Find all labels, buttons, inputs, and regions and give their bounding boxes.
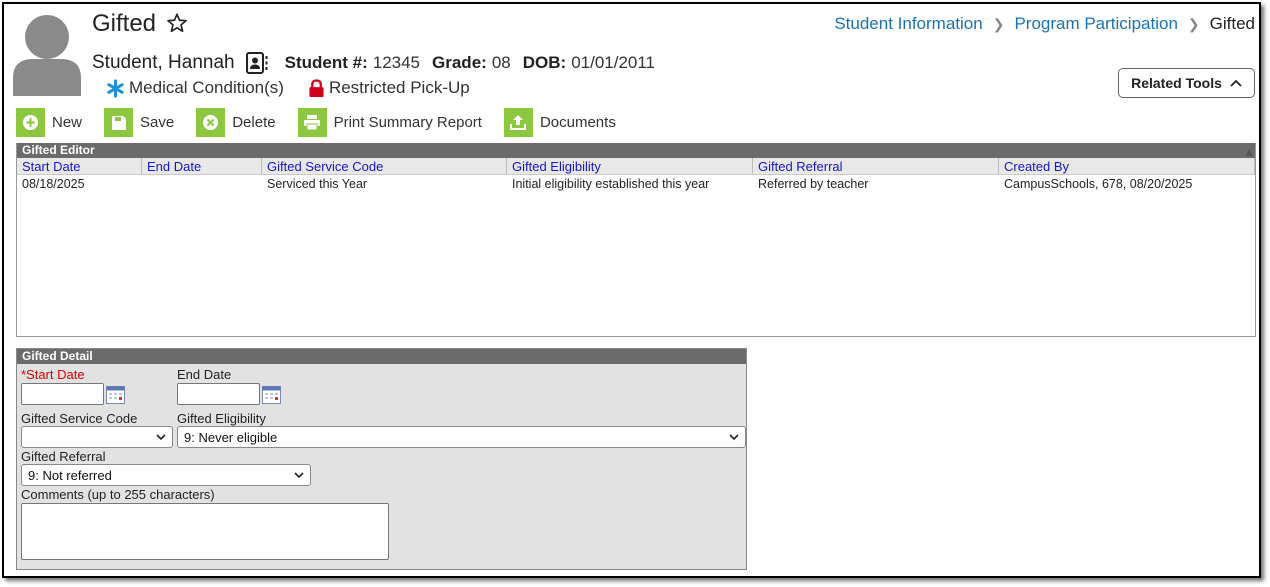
gifted-editor-header: Gifted Editor: [17, 143, 1255, 158]
app-window: Gifted Student Information ❯ Program Par…: [2, 2, 1261, 578]
scroll-up-arrow-icon[interactable]: ▲: [1243, 145, 1255, 159]
contact-card-icon[interactable]: [245, 51, 269, 75]
gifted-eligibility-select[interactable]: 9: Never eligible: [177, 426, 746, 448]
breadcrumb-program-participation[interactable]: Program Participation: [1014, 14, 1177, 34]
dob-label: DOB:: [522, 53, 567, 72]
column-gifted-eligibility[interactable]: Gifted Eligibility: [507, 158, 753, 174]
start-date-label: *Start Date: [21, 367, 85, 382]
column-gifted-referral[interactable]: Gifted Referral: [753, 158, 999, 174]
calendar-icon[interactable]: [106, 386, 125, 404]
chevron-down-icon: [729, 433, 739, 440]
editor-column-headers: Start Date End Date Gifted Service Code …: [17, 158, 1255, 175]
delete-button[interactable]: Delete: [196, 108, 276, 137]
student-flags: Medical Condition(s) Restricted Pick-Up: [106, 78, 494, 98]
gifted-detail-header: Gifted Detail: [17, 349, 746, 364]
gifted-referral-value: 9: Not referred: [28, 467, 112, 483]
related-tools-button[interactable]: Related Tools: [1118, 68, 1255, 98]
gifted-detail-panel: Gifted Detail *Start Date End Date Gifte…: [16, 348, 747, 570]
student-avatar: [13, 15, 81, 96]
breadcrumb-student-information[interactable]: Student Information: [834, 14, 982, 34]
comments-label: Comments (up to 255 characters): [21, 487, 215, 502]
page-title: Gifted: [92, 10, 157, 37]
documents-label: Documents: [539, 114, 616, 131]
favorite-star-icon[interactable]: [166, 12, 188, 34]
grade-label: Grade:: [432, 53, 487, 72]
medical-condition-label: Medical Condition(s): [129, 78, 284, 97]
cell-end-date: [142, 175, 262, 193]
gifted-service-code-label: Gifted Service Code: [21, 411, 138, 426]
student-name: Student, Hannah: [92, 52, 235, 73]
end-date-label: End Date: [177, 367, 232, 382]
column-start-date[interactable]: Start Date: [17, 158, 142, 174]
chevron-down-icon: [156, 433, 166, 440]
cell-start-date: 08/18/2025: [22, 177, 85, 191]
table-row[interactable]: 08/18/2025 Serviced this Year Initial el…: [17, 175, 1255, 193]
gifted-referral-select[interactable]: 9: Not referred: [21, 464, 311, 486]
delete-label: Delete: [232, 114, 276, 131]
column-end-date[interactable]: End Date: [142, 158, 262, 174]
cell-service-code: Serviced this Year: [267, 177, 368, 191]
student-info-line: Student, Hannah Student #: 12345 Grade: …: [92, 51, 667, 75]
related-tools-label: Related Tools: [1131, 75, 1222, 91]
delete-circle-icon: [196, 108, 226, 137]
column-created-by[interactable]: Created By: [999, 158, 1255, 174]
chevron-down-icon: [294, 471, 304, 478]
cell-referral: Referred by teacher: [758, 177, 869, 191]
chevron-right-icon: ❯: [1187, 15, 1200, 32]
chevron-right-icon: ❯: [992, 15, 1005, 32]
end-date-input[interactable]: [177, 383, 260, 405]
calendar-icon[interactable]: [262, 386, 281, 404]
printer-icon: [297, 108, 327, 137]
column-gifted-service-code[interactable]: Gifted Service Code: [262, 158, 507, 174]
gifted-referral-label: Gifted Referral: [21, 449, 106, 464]
gifted-eligibility-value: 9: Never eligible: [184, 429, 278, 445]
breadcrumb-current: Gifted: [1209, 14, 1255, 33]
documents-button[interactable]: Documents: [503, 108, 616, 137]
cell-created-by: CampusSchools, 678, 08/20/2025: [1004, 177, 1193, 191]
gifted-eligibility-label: Gifted Eligibility: [177, 411, 266, 426]
save-disk-icon: [104, 108, 134, 137]
dob-value: 01/01/2011: [571, 53, 656, 72]
action-toolbar: New Save Delete Print Summary Report Doc…: [16, 108, 638, 137]
add-circle-icon: [16, 108, 45, 137]
print-summary-report-button[interactable]: Print Summary Report: [297, 108, 482, 137]
restricted-pickup-label: Restricted Pick-Up: [328, 78, 470, 97]
chevron-up-icon: [1230, 79, 1242, 87]
breadcrumb: Student Information ❯ Program Participat…: [834, 14, 1255, 34]
start-date-input[interactable]: [21, 383, 104, 405]
save-button[interactable]: Save: [104, 108, 174, 137]
asterisk-icon: [107, 78, 124, 98]
print-summary-report-label: Print Summary Report: [333, 114, 482, 131]
grade-value: 08: [491, 53, 511, 72]
student-number: 12345: [372, 53, 421, 72]
new-button[interactable]: New: [16, 108, 82, 137]
medical-condition-flag[interactable]: Medical Condition(s): [106, 78, 284, 98]
gifted-service-code-select[interactable]: [21, 426, 173, 448]
upload-tray-icon: [503, 108, 533, 137]
new-label: New: [52, 114, 83, 131]
lock-icon: [309, 78, 324, 97]
comments-textarea[interactable]: [21, 503, 389, 560]
cell-eligibility: Initial eligibility established this yea…: [512, 177, 710, 191]
save-label: Save: [140, 114, 175, 131]
gifted-editor-panel: Gifted Editor Start Date End Date Gifted…: [16, 143, 1256, 337]
student-number-label: Student #:: [284, 53, 368, 72]
restricted-pickup-flag[interactable]: Restricted Pick-Up: [308, 78, 470, 98]
